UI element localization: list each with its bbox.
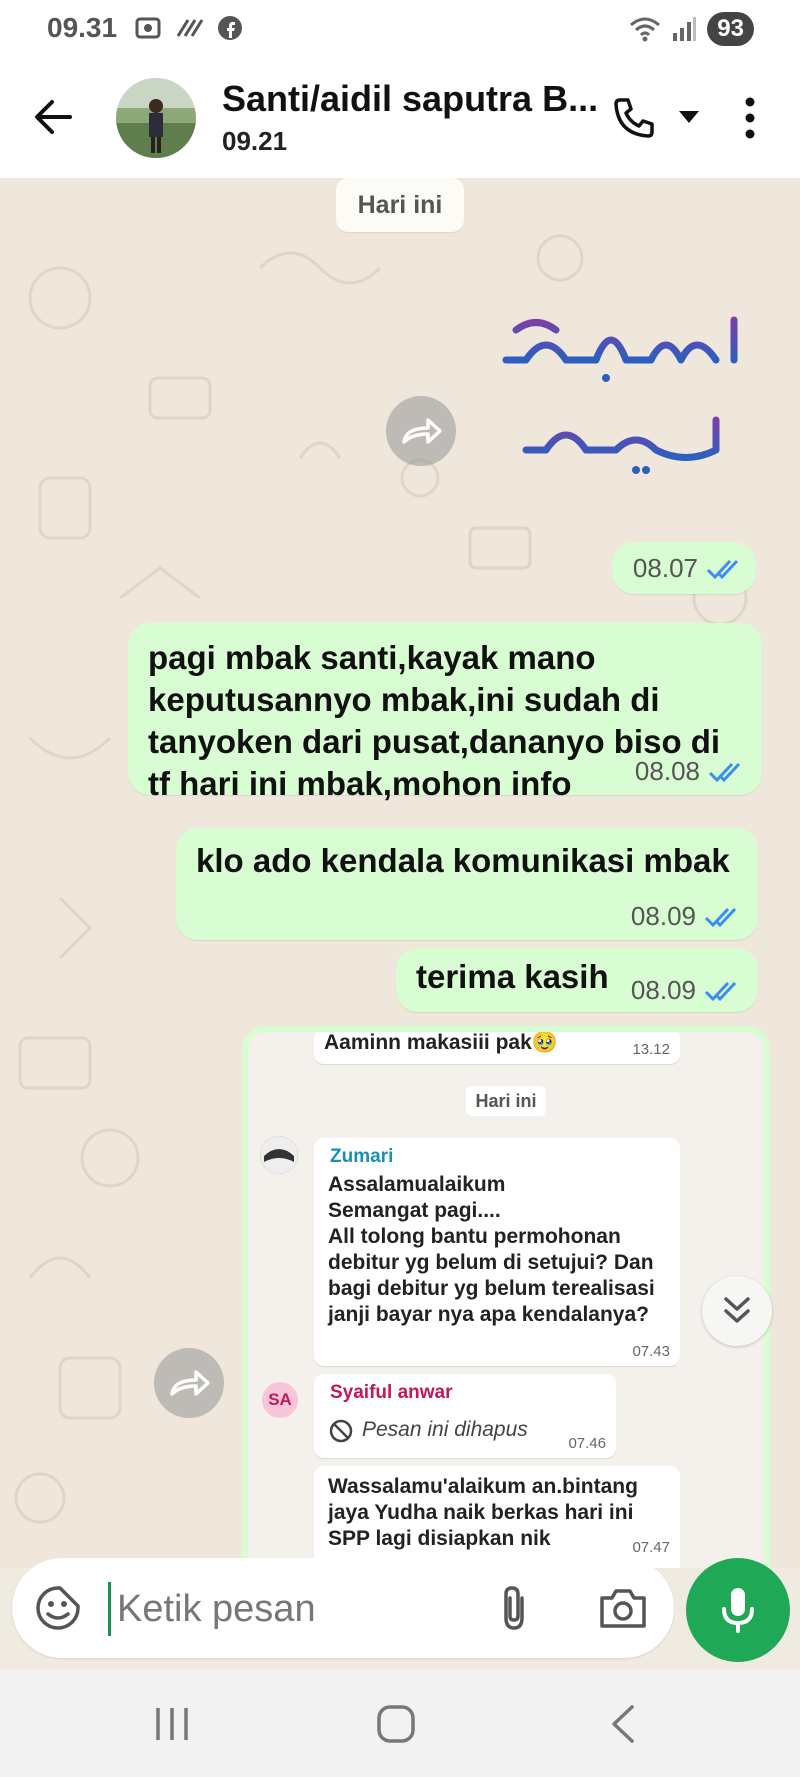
message-composer xyxy=(12,1558,674,1658)
status-time: 09.31 xyxy=(47,12,118,43)
forward-icon xyxy=(402,418,442,444)
inner-avatar xyxy=(260,1136,298,1174)
microphone-icon xyxy=(722,1588,754,1633)
message-bubble[interactable]: pagi mbak santi,kayak mano keputusannyo … xyxy=(128,623,762,802)
double-check-icon xyxy=(704,981,737,1001)
attach-icon[interactable] xyxy=(494,1584,534,1632)
double-check-icon xyxy=(706,559,739,579)
recent-apps-icon[interactable] xyxy=(152,1706,192,1742)
message-input[interactable] xyxy=(108,1582,499,1636)
facebook-icon xyxy=(218,16,242,40)
message-line: keputusannyo mbak,ini sudah di xyxy=(148,681,660,718)
camera-icon[interactable] xyxy=(598,1586,648,1630)
scroll-to-bottom-button[interactable] xyxy=(702,1276,772,1346)
last-seen: 09.21 xyxy=(222,126,288,156)
double-check-icon xyxy=(704,907,737,927)
message-text: klo ado kendala komunikasi mbak xyxy=(196,842,730,879)
inner-message: Wassalamu'alaikum an.bintang jaya Yudha … xyxy=(314,1466,680,1568)
inner-message: Aaminn makasiii pak🥹 13.12 xyxy=(314,1032,680,1064)
forward-icon xyxy=(170,1370,210,1396)
message-bubble[interactable]: terima kasih 08.09 xyxy=(396,948,758,1012)
chat-header: Santi/aidil saputra B... 09.21 xyxy=(0,60,800,178)
sticker-time-chip: 08.07 xyxy=(612,542,756,594)
message-time: 08.07 xyxy=(632,553,698,583)
screenshot-icon xyxy=(135,17,161,39)
system-navigation-bar xyxy=(0,1670,800,1777)
wifi-icon xyxy=(630,17,661,42)
forward-button[interactable] xyxy=(154,1348,224,1418)
screenshot-image-message[interactable]: Aaminn makasiii pak🥹 13.12 Hari ini Zuma… xyxy=(242,1026,770,1568)
inner-message: Syaiful anwar Pesan ini dihapus 07.46 xyxy=(314,1374,616,1458)
back-arrow-icon[interactable] xyxy=(32,96,74,138)
double-check-icon xyxy=(708,762,741,782)
deleted-icon xyxy=(329,1419,353,1443)
salam-sticker[interactable] xyxy=(486,290,756,510)
phone-call-icon[interactable] xyxy=(610,94,658,142)
message-time: 08.09 xyxy=(630,975,696,1005)
more-options-icon[interactable] xyxy=(740,96,760,140)
chat-area[interactable]: Hari ini 08.07 pagi mbak santi,kayak man… xyxy=(0,178,800,1568)
message-time: 08.09 xyxy=(630,901,696,931)
message-line: pagi mbak santi,kayak mano xyxy=(148,639,596,676)
battery-indicator: 93 xyxy=(707,12,754,46)
forward-button[interactable] xyxy=(386,396,456,466)
back-nav-icon[interactable] xyxy=(608,1704,636,1744)
inner-message: Zumari Assalamualaikum Semangat pagi....… xyxy=(314,1138,680,1366)
status-bar: 09.31 93 xyxy=(0,0,800,60)
double-chevron-down-icon xyxy=(724,1297,750,1323)
signal-strikes-icon xyxy=(176,19,204,37)
inner-date-chip: Hari ini xyxy=(466,1086,546,1116)
contact-avatar[interactable] xyxy=(116,78,196,158)
home-icon[interactable] xyxy=(376,1704,416,1744)
message-text: terima kasih xyxy=(416,958,609,995)
cell-signal-icon xyxy=(673,17,697,41)
voice-message-button[interactable] xyxy=(686,1558,790,1662)
inner-avatar: SA xyxy=(262,1382,298,1418)
contact-name[interactable]: Santi/aidil saputra B... xyxy=(222,78,602,120)
chevron-down-icon[interactable] xyxy=(678,110,700,124)
sticker-emoji-icon[interactable] xyxy=(34,1584,82,1632)
message-bubble[interactable]: klo ado kendala komunikasi mbak 08.09 xyxy=(176,828,758,940)
date-chip: Hari ini xyxy=(336,178,464,232)
message-time: 08.08 xyxy=(634,756,700,786)
